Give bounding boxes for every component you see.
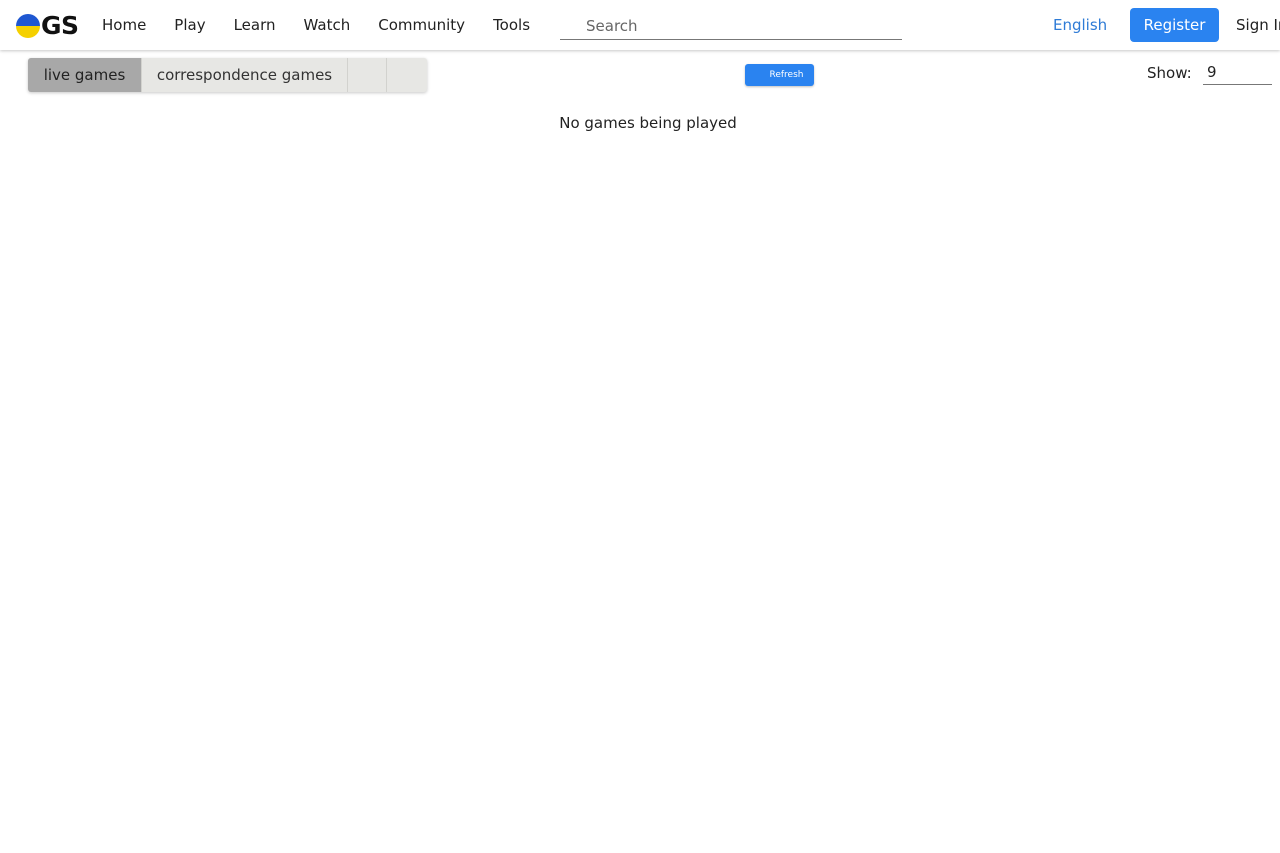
search-box (560, 12, 902, 40)
refresh-button[interactable]: Refresh (745, 64, 814, 86)
show-count-select[interactable]: 9 (1203, 61, 1272, 85)
search-input[interactable] (560, 12, 902, 39)
tab-live-games[interactable]: live games (28, 58, 142, 92)
nav-community[interactable]: Community (378, 0, 465, 50)
logo-text: GS (41, 11, 79, 40)
nav-play[interactable]: Play (174, 0, 205, 50)
nav-home[interactable]: Home (102, 0, 146, 50)
nav-tools[interactable]: Tools (493, 0, 530, 50)
tab-empty-2[interactable] (387, 58, 427, 92)
register-button[interactable]: Register (1130, 8, 1219, 42)
empty-games-message: No games being played (559, 114, 737, 132)
sign-in-link[interactable]: Sign In (1236, 0, 1280, 50)
ogs-logo-circle-icon (16, 14, 40, 38)
ogs-logo[interactable]: GS (16, 13, 79, 39)
tab-correspondence-games[interactable]: correspondence games (142, 58, 348, 92)
main-nav: Home Play Learn Watch Community Tools (102, 0, 558, 50)
nav-learn[interactable]: Learn (234, 0, 276, 50)
nav-watch[interactable]: Watch (304, 0, 351, 50)
top-navbar: GS Home Play Learn Watch Community Tools… (0, 0, 1280, 50)
language-selector[interactable]: English (1053, 0, 1107, 50)
tab-empty-1[interactable] (348, 58, 387, 92)
show-count-value: 9 (1207, 63, 1217, 81)
show-label: Show: (1147, 64, 1192, 82)
game-type-tabs: live games correspondence games (28, 58, 427, 92)
